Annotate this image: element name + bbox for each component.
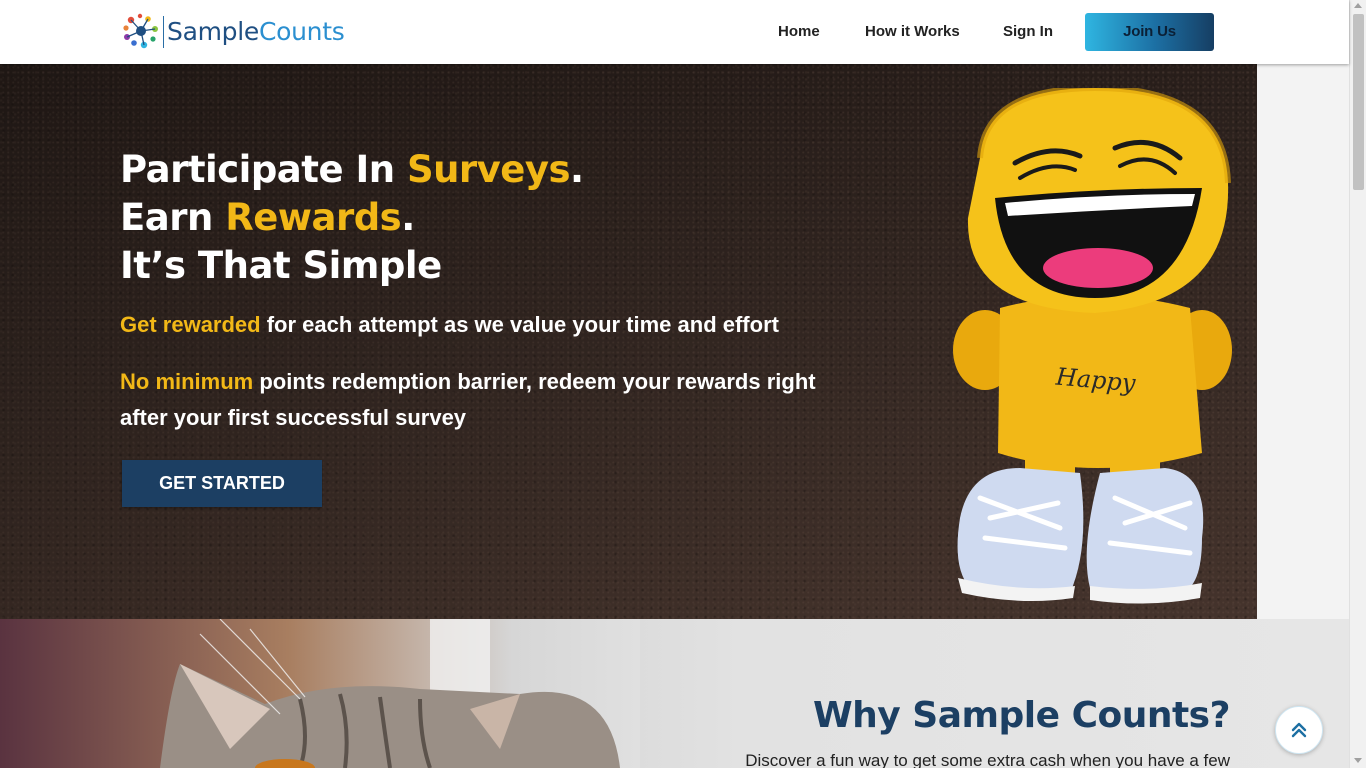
headline-accent-rewards: Rewards: [225, 196, 402, 239]
hero-point-no-minimum: No minimum points redemption barrier, re…: [120, 364, 850, 436]
headline-line-1: Participate In Surveys.: [120, 146, 820, 194]
hero-photo-edge: [1257, 64, 1349, 619]
headline-line-3: It’s That Simple: [120, 244, 442, 287]
headline-line-2: Earn Rewards.: [120, 194, 820, 242]
scrollbar-thumb[interactable]: [1353, 14, 1364, 190]
point-accent: No minimum: [120, 369, 254, 394]
headline-text: Earn: [120, 196, 226, 239]
brand-name-part1: Sample: [167, 17, 259, 46]
nav-link-home[interactable]: Home: [778, 20, 820, 44]
brand-name-part2: Counts: [258, 17, 345, 46]
brand-name: SampleCounts: [167, 12, 345, 52]
scroll-up-arrow-icon[interactable]: [1354, 3, 1362, 8]
point-accent: Get rewarded: [120, 312, 261, 337]
back-to-top-button[interactable]: [1275, 706, 1323, 754]
hero-headline: Participate In Surveys. Earn Rewards. It…: [120, 146, 820, 290]
headline-period: .: [401, 196, 415, 239]
join-us-button[interactable]: Join Us: [1085, 13, 1214, 51]
get-started-button[interactable]: GET STARTED: [122, 460, 322, 507]
nav-link-how-it-works[interactable]: How it Works: [865, 20, 960, 44]
hero-section: Participate In Surveys. Earn Rewards. It…: [0, 64, 1349, 619]
double-chevron-up-icon: [1291, 722, 1307, 738]
headline-period: .: [570, 148, 584, 191]
point-text: for each attempt as we value your time a…: [260, 312, 779, 337]
nav-link-sign-in[interactable]: Sign In: [1003, 20, 1053, 44]
why-description: Discover a fun way to get some extra cas…: [745, 751, 1230, 768]
logo-molecule-icon: [123, 13, 158, 49]
headline-text: Participate In: [120, 148, 407, 191]
headline-accent-surveys: Surveys: [406, 148, 571, 191]
brand-logo-link[interactable]: SampleCounts: [122, 12, 345, 52]
cat-photo-image: [0, 619, 640, 768]
brand-divider: [163, 16, 164, 48]
top-navbar: SampleCounts Home How it Works Sign In J…: [0, 0, 1349, 64]
scroll-down-arrow-icon[interactable]: [1354, 758, 1362, 763]
page-scrollbar[interactable]: [1349, 0, 1366, 768]
why-title: Why Sample Counts?: [812, 695, 1231, 736]
smiley-plush-image: Happy: [953, 88, 1232, 604]
why-sample-counts-section: Why Sample Counts? Discover a fun way to…: [0, 619, 1349, 768]
hero-point-rewarded: Get rewarded for each attempt as we valu…: [120, 307, 860, 343]
